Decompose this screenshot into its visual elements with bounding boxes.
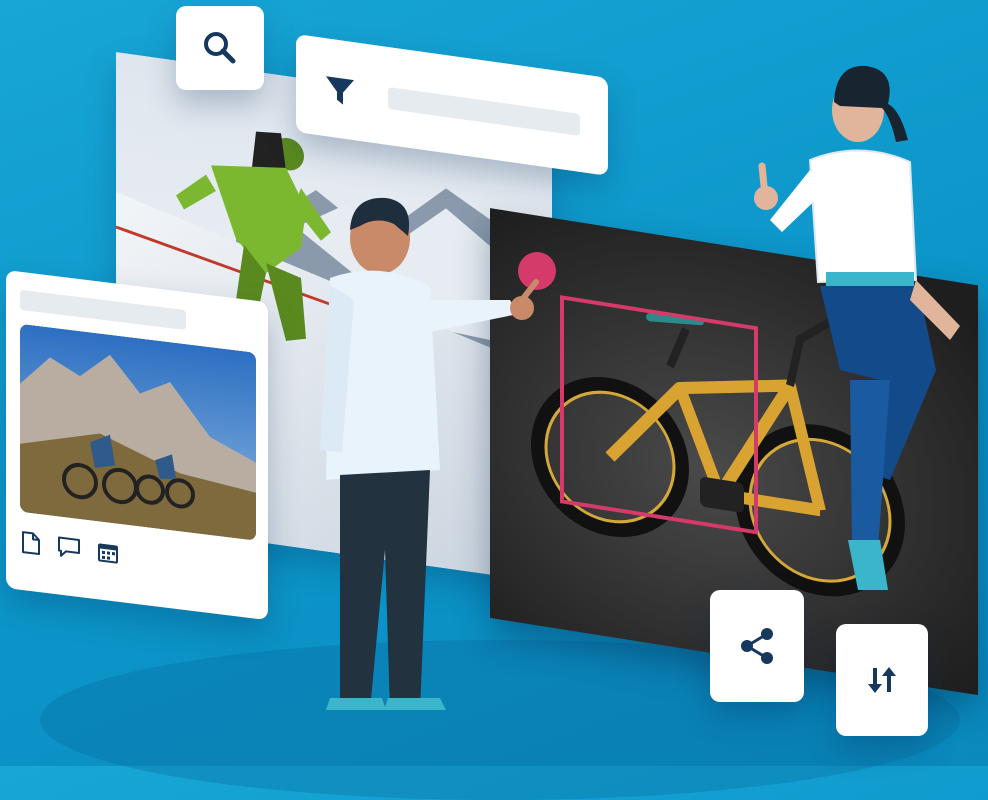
mountain-bike-photo [20, 323, 256, 541]
sort-icon [868, 667, 896, 693]
man-figure [320, 197, 539, 710]
media-card[interactable] [6, 270, 268, 621]
card-action-icons [20, 530, 120, 566]
sort-button[interactable] [836, 624, 928, 736]
share-button[interactable] [710, 590, 804, 702]
calendar-icon[interactable] [96, 539, 120, 566]
card-photo [20, 323, 256, 541]
share-icon [741, 628, 773, 664]
filter-icon[interactable] [320, 67, 360, 113]
filter-input-placeholder[interactable] [388, 86, 580, 136]
search-icon [204, 32, 236, 64]
selection-box[interactable] [560, 295, 758, 535]
card-title-placeholder [20, 289, 186, 331]
woman-figure [754, 65, 960, 590]
document-icon[interactable] [20, 530, 42, 557]
comment-icon[interactable] [56, 534, 82, 561]
search-card[interactable] [176, 6, 264, 90]
